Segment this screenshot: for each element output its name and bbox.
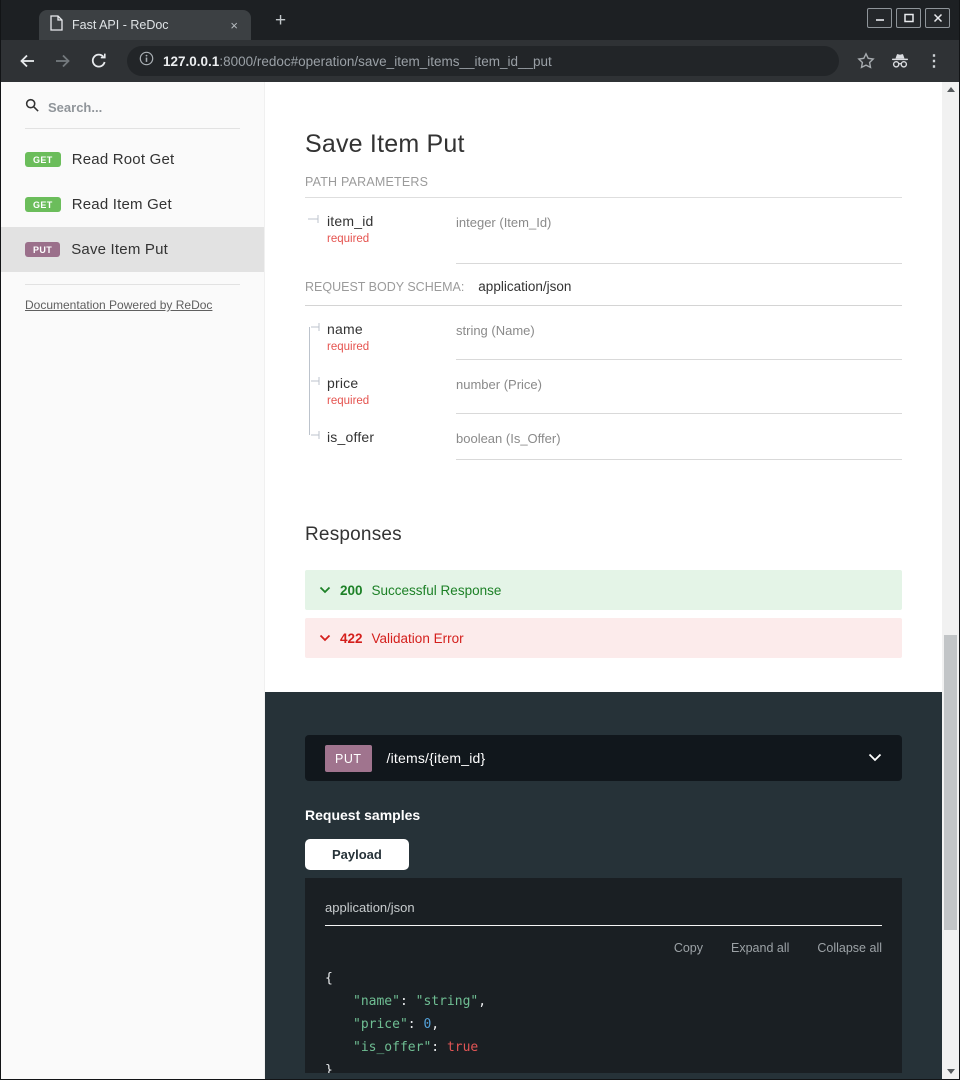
tab-close-icon[interactable]: × — [227, 18, 241, 33]
sidebar-item-save-item-put[interactable]: PUT Save Item Put — [1, 227, 264, 272]
titlebar: Fast API - ReDoc × + — [1, 0, 959, 40]
endpoint-dropdown[interactable]: PUT /items/{item_id} — [305, 735, 902, 781]
page-title: Save Item Put — [305, 82, 902, 159]
tree-connector-icon — [307, 212, 323, 231]
reload-button[interactable] — [85, 47, 113, 75]
chevron-down-icon — [319, 634, 331, 642]
field-row-item-id: item_id required integer (Item_Id) — [305, 198, 902, 264]
responses-heading: Responses — [305, 524, 902, 546]
request-body-schema-row: REQUEST BODY SCHEMA: application/json — [305, 266, 902, 306]
incognito-icon — [887, 48, 913, 74]
maximize-button[interactable] — [896, 8, 921, 28]
site-info-icon[interactable] — [139, 51, 154, 71]
tree-connector-icon — [307, 374, 323, 393]
field-name: price — [327, 375, 456, 391]
chevron-down-icon — [868, 749, 882, 767]
chevron-down-icon — [319, 586, 331, 594]
sidebar-divider — [25, 284, 240, 285]
scrollbar-thumb[interactable] — [944, 635, 957, 930]
sidebar-item-label: Read Item Get — [72, 196, 172, 213]
required-label: required — [327, 395, 456, 407]
minimize-button[interactable] — [867, 8, 892, 28]
required-label: required — [327, 341, 456, 353]
tree-connector-icon — [307, 320, 323, 339]
response-label: Successful Response — [372, 583, 502, 598]
get-badge: GET — [25, 152, 61, 167]
get-badge: GET — [25, 197, 61, 212]
endpoint-path: /items/{item_id} — [387, 750, 854, 766]
required-label: required — [327, 233, 456, 245]
expand-all-button[interactable]: Expand all — [731, 941, 789, 955]
request-body-content-type: application/json — [478, 279, 571, 294]
page-favicon-icon — [49, 15, 63, 36]
browser-tab[interactable]: Fast API - ReDoc × — [39, 10, 251, 40]
field-row-price: price required number (Price) — [305, 360, 902, 414]
samples-panel: PUT /items/{item_id} Request samples Pay… — [265, 692, 942, 1079]
page-scrollbar[interactable] — [942, 82, 959, 1079]
tab-title: Fast API - ReDoc — [72, 18, 227, 32]
response-code: 422 — [340, 631, 363, 646]
new-tab-button[interactable]: + — [269, 8, 292, 34]
operation-doc: Save Item Put PATH PARAMETERS item_id re… — [265, 82, 942, 692]
code-sample-block: application/json Copy Expand all Collaps… — [305, 878, 902, 1073]
field-name: item_id — [327, 213, 456, 229]
url-text: 127.0.0.1:8000/redoc#operation/save_item… — [163, 54, 552, 69]
powered-by-redoc-link[interactable]: Documentation Powered by ReDoc — [25, 298, 212, 312]
browser-toolbar: 127.0.0.1:8000/redoc#operation/save_item… — [1, 40, 959, 82]
json-sample-code: { "name": "string", "price": 0, "is_offe… — [325, 967, 882, 1073]
back-button[interactable] — [13, 47, 41, 75]
bookmark-star-icon[interactable] — [853, 48, 879, 74]
search-box[interactable] — [25, 98, 240, 129]
code-line: "price": 0, — [325, 1013, 882, 1036]
search-input[interactable] — [48, 100, 208, 115]
search-icon — [25, 98, 39, 117]
sidebar-item-label: Save Item Put — [71, 241, 168, 258]
field-type: boolean (Is_Offer) — [456, 414, 902, 460]
code-line: } — [325, 1059, 882, 1073]
sidebar-item-label: Read Root Get — [72, 151, 175, 168]
put-verb-badge: PUT — [325, 745, 372, 772]
field-row-name: name required string (Name) — [305, 306, 902, 360]
sample-content-type-tab[interactable]: application/json — [325, 900, 882, 926]
main-column: Save Item Put PATH PARAMETERS item_id re… — [265, 82, 942, 1079]
sidebar-menu: GET Read Root Get GET Read Item Get PUT … — [1, 137, 264, 272]
address-bar[interactable]: 127.0.0.1:8000/redoc#operation/save_item… — [127, 46, 839, 76]
copy-button[interactable]: Copy — [674, 941, 703, 955]
scrollbar-up-arrow[interactable] — [942, 82, 959, 96]
scrollbar-down-arrow[interactable] — [942, 1064, 959, 1078]
payload-tab[interactable]: Payload — [305, 839, 409, 870]
body-schema-tree: name required string (Name) price requir… — [305, 306, 902, 460]
browser-menu-icon[interactable]: ⋮ — [921, 48, 947, 74]
field-type: string (Name) — [456, 306, 902, 360]
browser-window: Fast API - ReDoc × + — [0, 0, 960, 1080]
field-name: name — [327, 321, 456, 337]
code-line: { — [325, 967, 882, 990]
field-type: number (Price) — [456, 360, 902, 414]
url-path: :8000/redoc#operation/save_item_items__i… — [219, 54, 551, 69]
code-actions: Copy Expand all Collapse all — [325, 941, 882, 955]
request-body-schema-label: REQUEST BODY SCHEMA: — [305, 280, 464, 294]
collapse-all-button[interactable]: Collapse all — [817, 941, 882, 955]
tree-connector-icon — [307, 428, 323, 447]
code-line: "name": "string", — [325, 990, 882, 1013]
close-button[interactable] — [925, 8, 950, 28]
field-name: is_offer — [327, 429, 456, 445]
forward-button[interactable] — [49, 47, 77, 75]
page-content: GET Read Root Get GET Read Item Get PUT … — [1, 82, 959, 1079]
window-controls — [867, 8, 950, 28]
field-type: integer (Item_Id) — [456, 198, 902, 264]
request-samples-heading: Request samples — [305, 807, 902, 823]
response-label: Validation Error — [372, 631, 464, 646]
sidebar-item-read-item-get[interactable]: GET Read Item Get — [1, 182, 264, 227]
response-200-row[interactable]: 200 Successful Response — [305, 570, 902, 610]
sidebar: GET Read Root Get GET Read Item Get PUT … — [1, 82, 265, 1079]
response-code: 200 — [340, 583, 363, 598]
code-line: "is_offer": true — [325, 1036, 882, 1059]
sidebar-item-read-root-get[interactable]: GET Read Root Get — [1, 137, 264, 182]
url-host: 127.0.0.1 — [163, 54, 219, 69]
field-row-is-offer: is_offer boolean (Is_Offer) — [305, 414, 902, 460]
path-parameters-heading: PATH PARAMETERS — [305, 175, 902, 198]
put-badge: PUT — [25, 242, 60, 257]
response-422-row[interactable]: 422 Validation Error — [305, 618, 902, 658]
